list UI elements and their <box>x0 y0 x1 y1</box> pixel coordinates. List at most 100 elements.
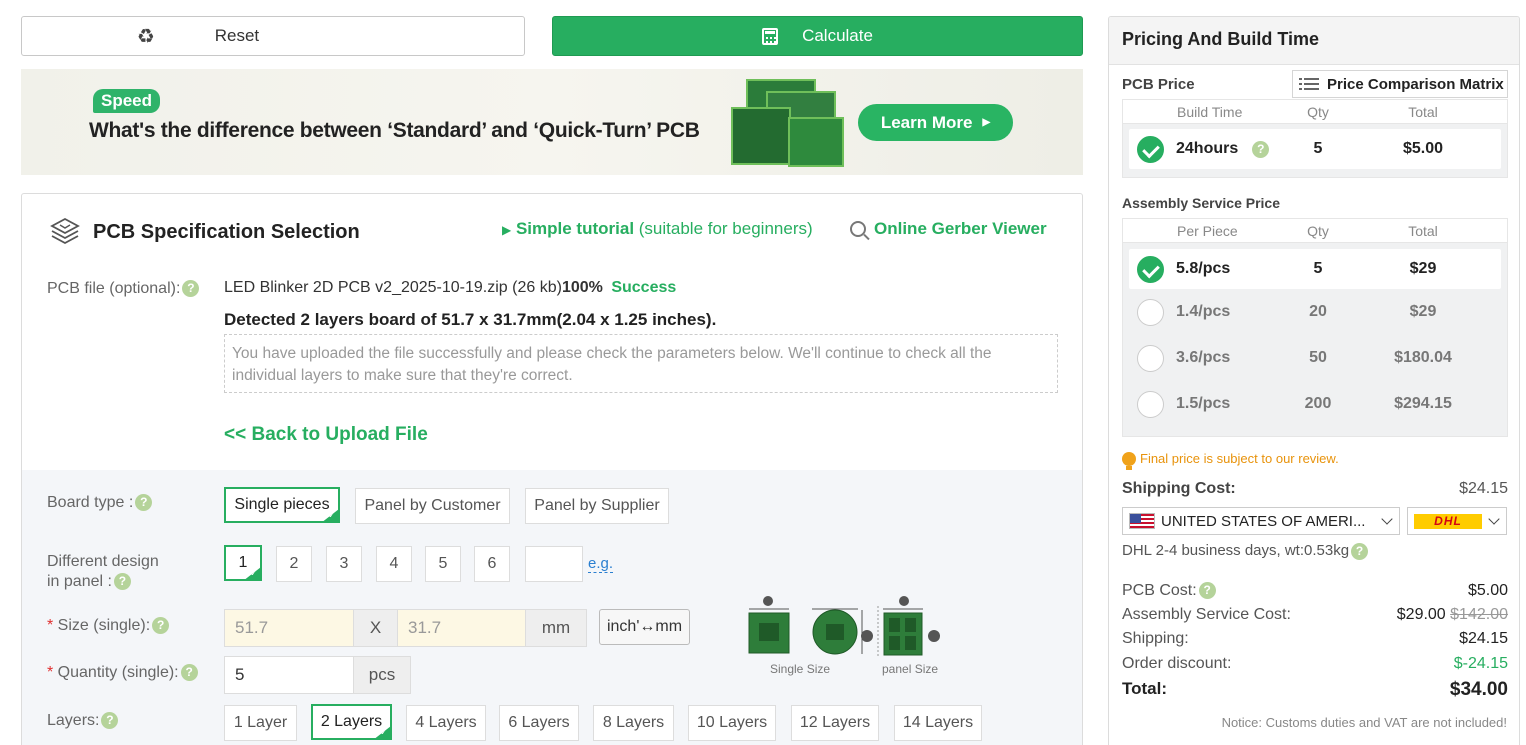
simple-tutorial-link[interactable]: ▶ Simple tutorial (suitable for beginner… <box>502 219 813 239</box>
size-width-input[interactable]: 51.7 <box>224 609 354 647</box>
total-value: $294.15 <box>1394 395 1452 412</box>
design-custom-input[interactable] <box>525 546 583 582</box>
layers-label: Layers:? <box>47 712 119 730</box>
layer-option-4[interactable]: 4 Layers <box>406 705 486 741</box>
price-matrix-label: Price Comparison Matrix <box>1327 75 1504 93</box>
back-to-upload-link[interactable]: << Back to Upload File <box>224 424 428 446</box>
layers-icon <box>50 217 80 245</box>
country-select[interactable]: UNITED STATES OF AMERI... <box>1122 507 1400 535</box>
layer-option-8[interactable]: 8 Layers <box>593 705 674 741</box>
per-piece-value: 3.6/pcs <box>1176 349 1231 366</box>
design-label: Different design in panel :? <box>47 552 159 592</box>
qty-value: 200 <box>1304 395 1332 412</box>
help-icon[interactable]: ? <box>152 617 170 635</box>
design-option-4[interactable]: 4 <box>376 546 412 582</box>
chevron-down-icon <box>1488 513 1500 525</box>
file-status: Success <box>611 279 677 296</box>
help-icon[interactable]: ? <box>1351 542 1369 560</box>
calculator-icon <box>762 27 779 45</box>
help-icon[interactable]: ? <box>1252 140 1270 158</box>
help-icon[interactable]: ? <box>101 712 119 730</box>
board-type-label-text: Board type : <box>47 494 134 511</box>
required-mark: * <box>47 617 58 634</box>
shipping-cost-value: $24.15 <box>1459 480 1508 497</box>
layer-option-12[interactable]: 12 Layers <box>791 705 879 741</box>
customs-notice: Notice: Customs duties and VAT are not i… <box>1221 715 1507 730</box>
radio-checked-icon[interactable] <box>1137 135 1164 163</box>
reset-button[interactable]: ♻ Reset <box>21 16 525 56</box>
help-icon[interactable]: ? <box>1198 582 1216 600</box>
learn-more-button[interactable]: Learn More ▶ <box>858 104 1013 141</box>
spec-title: PCB Specification Selection <box>49 216 360 248</box>
shipping-cost-row: Shipping Cost: $24.15 <box>1122 480 1508 498</box>
pcb-spec-panel: PCB Specification Selection ▶ Simple tut… <box>21 193 1083 745</box>
assembly-row[interactable]: 5.8/pcs 5 $29 <box>1129 249 1501 289</box>
assembly-price-table: Per Piece Qty Total 5.8/pcs 5 $29 1.4/pc… <box>1122 218 1508 437</box>
design-label-line2: in panel : <box>47 573 112 590</box>
unit-toggle-button[interactable]: inch'↔mm <box>599 609 690 645</box>
radio-unchecked-icon[interactable] <box>1137 390 1164 418</box>
design-example-link[interactable]: e.g. <box>588 555 614 573</box>
shipping-value: $24.15 <box>1459 630 1508 647</box>
pcb-price-label: PCB Price <box>1122 76 1195 93</box>
quantity-input[interactable]: 5 <box>224 656 354 694</box>
qty-value: 50 <box>1309 349 1327 366</box>
total-label: Total: <box>1122 679 1168 698</box>
size-diagram-icon <box>748 596 940 658</box>
header-qty: Qty <box>1307 222 1329 239</box>
shipping-cost-label: Shipping Cost: <box>1122 480 1236 497</box>
file-name: LED Blinker 2D PCB v2_2025-10-19.zip (26… <box>224 279 562 296</box>
lightbulb-icon <box>1122 451 1136 470</box>
review-notice-text: Final price is subject to our review. <box>1140 451 1339 466</box>
play-arrow-icon: ▶ <box>982 117 991 128</box>
board-type-single[interactable]: Single pieces <box>224 487 340 523</box>
search-icon <box>850 221 866 237</box>
tutorial-bold: Simple tutorial <box>515 219 635 238</box>
help-icon[interactable]: ? <box>135 494 153 512</box>
gerber-viewer-label: Online Gerber Viewer <box>874 219 1047 238</box>
design-option-5[interactable]: 5 <box>425 546 461 582</box>
help-icon[interactable]: ? <box>113 573 131 591</box>
layer-option-14[interactable]: 14 Layers <box>894 705 982 741</box>
assembly-row[interactable]: 3.6/pcs 50 $180.04 <box>1123 335 1507 381</box>
layer-option-6[interactable]: 6 Layers <box>499 705 579 741</box>
design-option-1[interactable]: 1 <box>224 545 262 581</box>
file-label: PCB file (optional):? <box>47 280 200 298</box>
help-icon[interactable]: ? <box>180 664 198 682</box>
board-type-panel-customer[interactable]: Panel by Customer <box>355 488 510 524</box>
board-type-panel-supplier[interactable]: Panel by Supplier <box>525 488 669 524</box>
layer-option-1[interactable]: 1 Layer <box>224 705 297 741</box>
pcb-price-row[interactable]: 24hours? 5 $5.00 <box>1129 129 1501 169</box>
price-matrix-button[interactable]: Price Comparison Matrix <box>1292 70 1508 98</box>
file-label-text: PCB file (optional): <box>47 280 181 297</box>
design-option-6[interactable]: 6 <box>474 546 510 582</box>
promo-banner[interactable]: Speed What's the difference between ‘Sta… <box>21 69 1083 175</box>
single-size-caption: Single Size <box>770 662 831 676</box>
pcb-table-header: Build Time Qty Total <box>1123 100 1507 124</box>
shipping-row: Shipping: $24.15 <box>1122 630 1508 648</box>
discount-label: Order discount: <box>1122 655 1232 672</box>
assembly-table-header: Per Piece Qty Total <box>1123 219 1507 243</box>
carrier-select[interactable]: DHL <box>1407 507 1507 535</box>
help-icon[interactable]: ? <box>182 280 200 298</box>
gerber-viewer-link[interactable]: Online Gerber Viewer <box>850 219 1047 239</box>
calculate-button[interactable]: Calculate <box>552 16 1083 56</box>
size-height-input[interactable]: 31.7 <box>397 609 527 647</box>
assembly-row[interactable]: 1.4/pcs 20 $29 <box>1123 289 1507 335</box>
layer-option-10[interactable]: 10 Layers <box>688 705 776 741</box>
design-option-3[interactable]: 3 <box>326 546 362 582</box>
design-option-2[interactable]: 2 <box>276 546 312 582</box>
size-x-separator: X <box>353 609 398 647</box>
layer-option-2[interactable]: 2 Layers <box>311 704 392 740</box>
radio-unchecked-icon[interactable] <box>1137 344 1164 372</box>
spec-title-text: PCB Specification Selection <box>93 220 360 243</box>
radio-checked-icon[interactable] <box>1137 255 1164 283</box>
reset-label: Reset <box>214 26 260 45</box>
qty-value: 5 <box>1313 260 1323 277</box>
discount-row: Order discount: $-24.15 <box>1122 655 1508 673</box>
total-value: $29 <box>1409 303 1437 320</box>
qty-value: 20 <box>1309 303 1327 320</box>
assembly-row[interactable]: 1.5/pcs 200 $294.15 <box>1123 381 1507 427</box>
review-notice: Final price is subject to our review. <box>1122 451 1339 470</box>
radio-unchecked-icon[interactable] <box>1137 298 1164 326</box>
